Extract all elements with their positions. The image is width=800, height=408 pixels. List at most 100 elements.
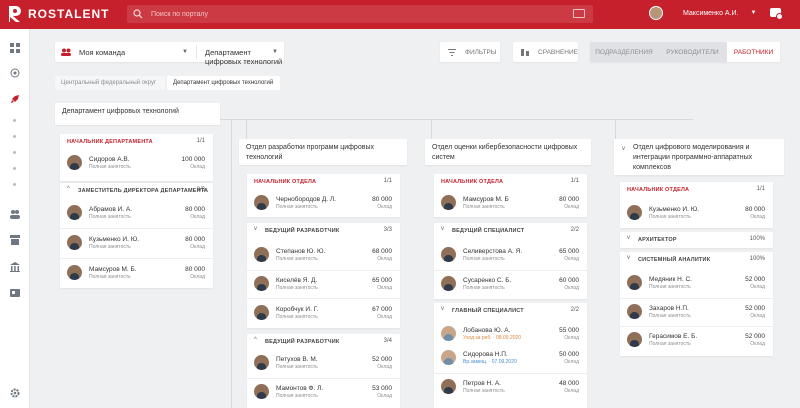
chevron-down-icon[interactable]: v (254, 226, 257, 232)
department-header[interactable]: Департамент цифровых технологий (55, 103, 220, 125)
list-item[interactable]: Кузьменко И. Ю. Полная занятость 80 000 … (60, 231, 213, 257)
compare-label: СРАВНЕНИЕ (538, 48, 578, 56)
nav-dot[interactable] (13, 135, 16, 138)
rocket-icon[interactable] (10, 94, 20, 104)
employment-status: Уход за реб. · 08.09.2020 (463, 335, 522, 341)
list-item[interactable]: Герасимов Е. Б. Полная занятость 52 000 … (620, 328, 773, 354)
position-title: ВЕДУЩИЙ СПЕЦИАЛИСТ (452, 228, 525, 234)
bank-icon[interactable] (10, 262, 20, 272)
department-header[interactable]: Отдел разработки программ цифровых техно… (239, 139, 407, 165)
employee-name: Медяник Н. С. (649, 276, 692, 283)
employee-name: Абрамов И. А. (89, 206, 133, 213)
search-bar[interactable]: Поиск по порталу (127, 5, 593, 23)
compare-button[interactable]: СРАВНЕНИЕ (513, 42, 578, 62)
list-item[interactable]: Сидорова Н.П. Вр.замещ. · 07.09.2020 50 … (434, 346, 587, 372)
divider (434, 270, 587, 271)
department-title: Отдел цифрового моделирования и интеграц… (633, 144, 753, 171)
list-item[interactable]: Чернобородов Д. Л. Полная занятость 80 0… (247, 191, 400, 217)
list-item[interactable]: Сидоров А.В. Полная занятость 100 000 Ок… (60, 151, 213, 177)
tab-employees[interactable]: РАБОТНИКИ (727, 42, 780, 62)
archive-icon[interactable] (10, 235, 20, 245)
target-icon[interactable] (10, 68, 20, 78)
employee-name: Селиверстова А. Я. (463, 248, 523, 255)
list-item[interactable]: Абрамов И. А. Полная занятость 80 000 Ок… (60, 201, 213, 227)
salary-label: Оклад (190, 244, 205, 250)
logo[interactable]: ROSTALENT (8, 5, 109, 23)
position-title: НАЧАЛЬНИК ОТДЕЛА (254, 179, 317, 185)
employment-status: Полная занятость (276, 364, 318, 370)
avatar (254, 247, 269, 262)
position-title: АРХИТЕКТОР (638, 237, 677, 243)
position-card: НАЧАЛЬНИК ОТДЕЛА 1/1 Чернобородов Д. Л. … (247, 174, 400, 217)
chevron-down-icon: ▼ (182, 49, 188, 55)
nav-dot[interactable] (13, 151, 16, 154)
employment-status: Полная занятость (463, 204, 505, 210)
user-menu[interactable]: Максименко А.И. ▼ (649, 6, 756, 20)
salary-value: 55 000 (559, 327, 579, 334)
grid-icon[interactable] (10, 43, 20, 53)
chevron-up-icon[interactable]: ^ (254, 337, 257, 343)
department-header[interactable]: v Отдел цифрового моделирования и интегр… (614, 139, 784, 175)
breadcrumb-region[interactable]: Центральный федеральный округ (55, 76, 165, 90)
list-item[interactable]: Коробчук И. Г. Полная занятость 67 000 О… (247, 301, 400, 327)
chevron-down-icon[interactable]: v (627, 255, 630, 261)
employee-name: Мамонтов Ф. Л. (276, 385, 324, 392)
list-item[interactable]: Киселёв Я. Д. Полная занятость 65 000 Ок… (247, 272, 400, 298)
employment-status: Полная занятость (649, 341, 691, 347)
list-item[interactable]: Кузьменко И. Ю. Полная занятость 80 000 … (620, 201, 773, 227)
position-card: НАЧАЛЬНИК ОТДЕЛА 1/1 Мамсуров М. Б Полна… (434, 174, 587, 217)
department-header[interactable]: Отдел оценки кибербезопасности цифровых … (425, 139, 591, 165)
employee-name: Киселёв Я. Д. (276, 277, 318, 284)
nav-dot[interactable] (13, 183, 16, 186)
chevron-down-icon[interactable]: v (627, 235, 630, 241)
divider (620, 326, 773, 327)
employment-status: Вр.замещ. · 07.09.2020 (463, 359, 517, 365)
list-item[interactable]: Лобанова Ю. А. Уход за реб. · 08.09.2020… (434, 322, 587, 348)
employment-status: Полная занятость (89, 274, 131, 280)
avatar (67, 235, 82, 250)
list-item[interactable]: Мамсуров М. Б. Полная занятость 80 000 О… (60, 261, 213, 287)
list-item[interactable]: Мамсуров М. Б Полная занятость 80 000 Ок… (434, 191, 587, 217)
employee-name: Мамсуров М. Б. (89, 266, 137, 273)
position-card: НАЧАЛЬНИК ДЕПАРТАМЕНТА 1/1 Сидоров А.В. … (60, 134, 213, 181)
search-input[interactable]: Поиск по порталу (151, 11, 208, 18)
salary-value: 80 000 (745, 206, 765, 213)
list-item[interactable]: Петухов В. М. Полная занятость 52 000 Ок… (247, 351, 400, 377)
list-item[interactable]: Петров Н. А. Полная занятость 48 000 Окл… (434, 375, 587, 401)
list-item[interactable]: Степанов Ю. Ю. Полная занятость 68 000 О… (247, 243, 400, 269)
salary-label: Оклад (377, 314, 392, 320)
salary-value: 52 000 (745, 305, 765, 312)
chevron-down-icon[interactable]: v (441, 226, 444, 232)
list-item[interactable]: Медяник Н. С. Полная занятость 52 000 Ок… (620, 271, 773, 297)
settings-icon[interactable] (10, 388, 20, 398)
tab-departments[interactable]: ПОДРАЗДЕЛЕНИЯ (590, 42, 658, 62)
chevron-down-icon[interactable]: v (622, 144, 625, 154)
list-item[interactable]: Сусаренко С. Б. Полная занятость 60 000 … (434, 272, 587, 298)
salary-value: 52 000 (372, 356, 392, 363)
employee-name: Сидоров А.В. (89, 156, 130, 163)
list-item[interactable]: Захаров Н.П. Полная занятость 52 000 Окл… (620, 300, 773, 326)
salary-label: Оклад (377, 364, 392, 370)
avatar (441, 247, 456, 262)
nav-dot[interactable] (13, 167, 16, 170)
id-card-icon[interactable] (10, 288, 20, 298)
team-icon[interactable] (10, 209, 20, 219)
top-bar: ROSTALENT Поиск по порталу Максименко А.… (0, 0, 800, 29)
position-card: ^ ЗАМЕСТИТЕЛЬ ДИРЕКТОРА ДЕПАРТАМЕНТА 3/3… (60, 183, 213, 288)
id-card-icon[interactable] (573, 9, 585, 18)
avatar (441, 276, 456, 291)
tab-managers[interactable]: РУКОВОДИТЕЛИ (658, 42, 727, 62)
salary-value: 80 000 (372, 196, 392, 203)
team-selector[interactable]: Моя команда ▼ Департамент цифровых техно… (55, 42, 284, 66)
filters-button[interactable]: ФИЛЬТРЫ (440, 42, 500, 62)
employment-status: Полная занятость (89, 164, 131, 170)
list-item[interactable]: Селиверстова А. Я. Полная занятость 65 0… (434, 243, 587, 269)
chevron-down-icon[interactable]: v (441, 306, 444, 312)
list-item[interactable]: Мамонтов Ф. Л. Полная занятость 53 000 О… (247, 380, 400, 406)
chevron-up-icon[interactable]: ^ (67, 186, 70, 192)
nav-dot[interactable] (13, 119, 16, 122)
employee-name: Кузьменко И. Ю. (89, 236, 140, 243)
tree-connector (220, 119, 693, 120)
salary-value: 65 000 (559, 248, 579, 255)
position-card[interactable]: v АРХИТЕКТОР 100% (620, 232, 773, 248)
